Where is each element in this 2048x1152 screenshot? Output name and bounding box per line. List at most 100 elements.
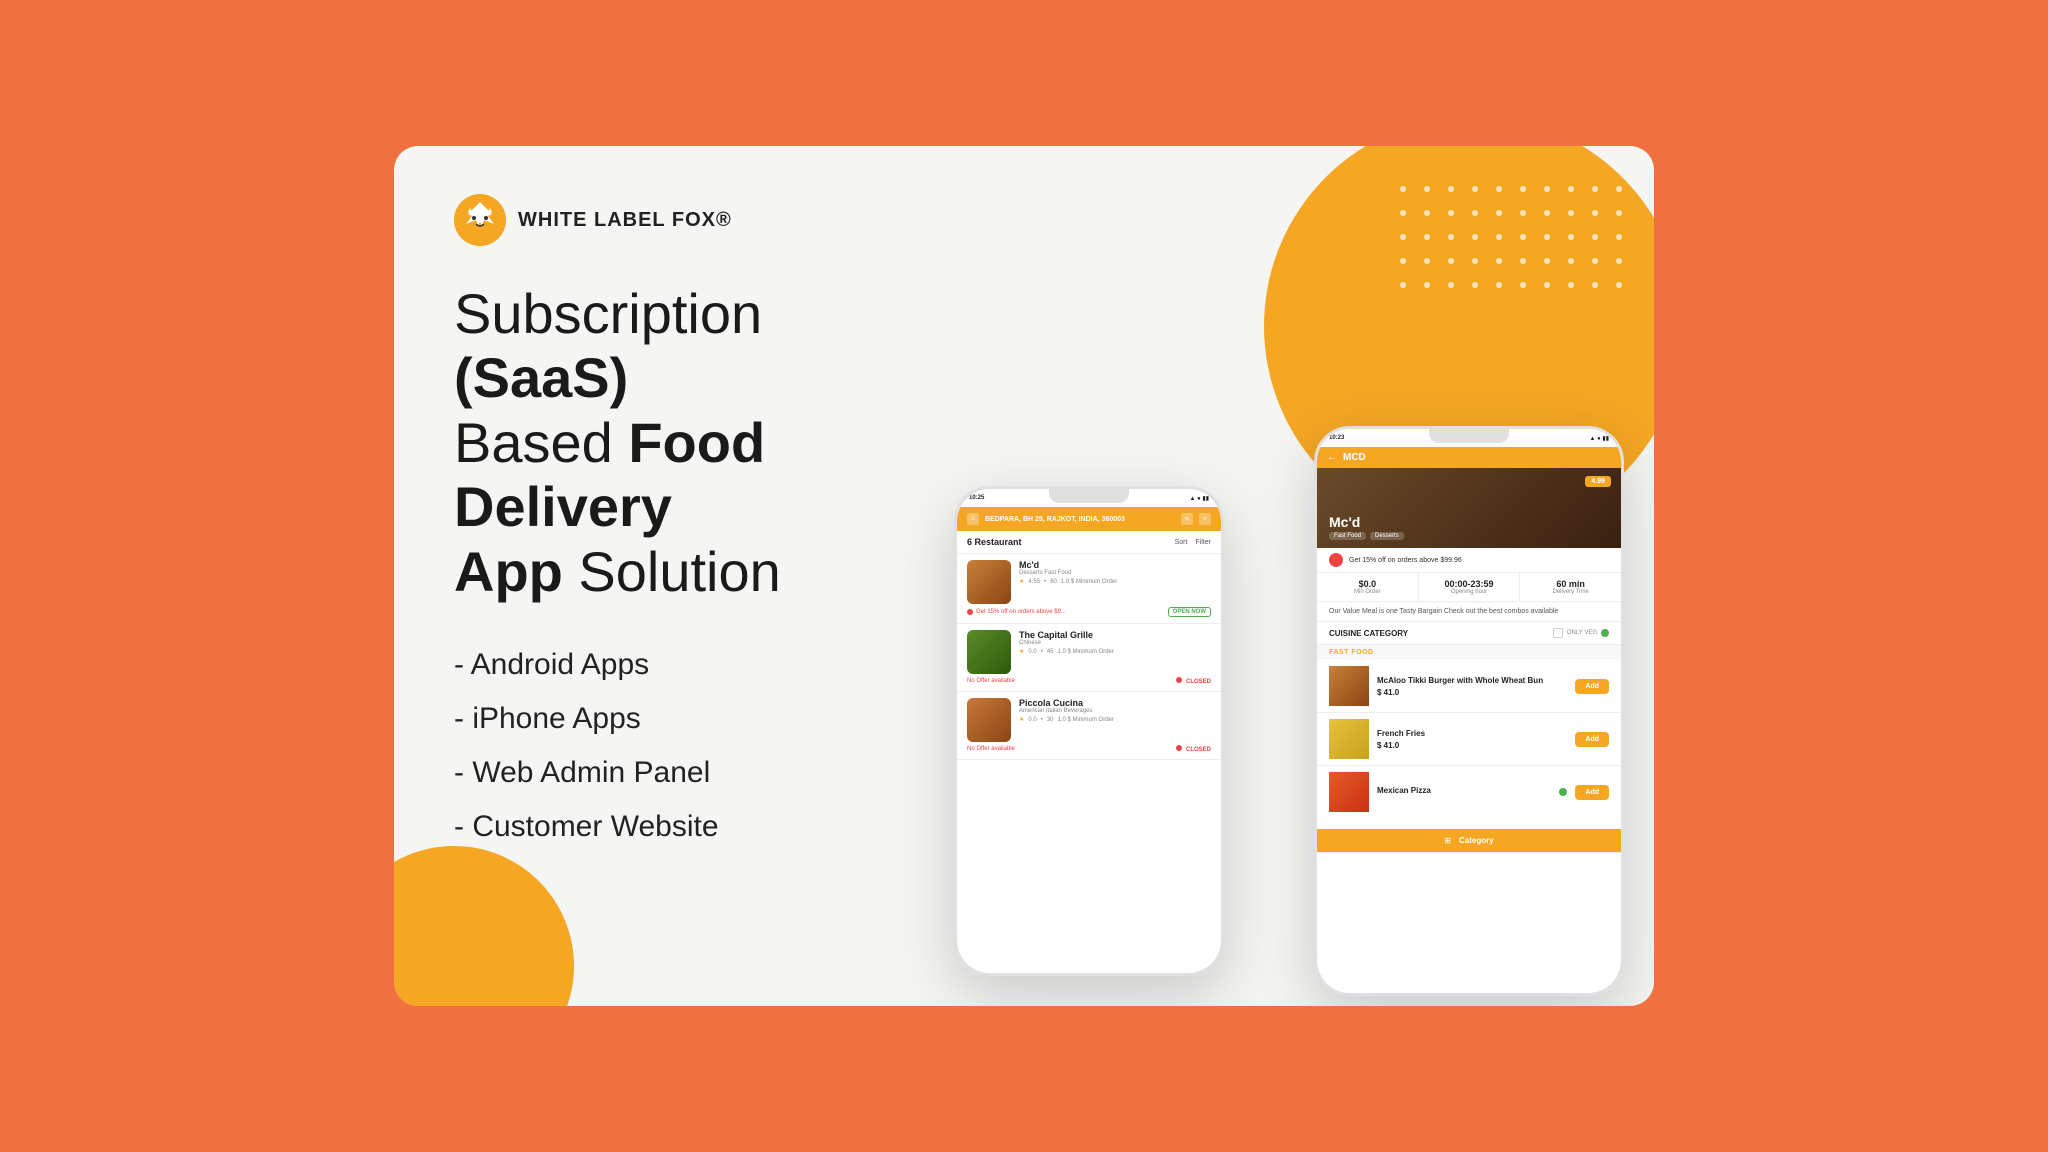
mcd-header-title: MCD [1343,452,1366,463]
menu-item-1[interactable]: McAloo Tikki Burger with Whole Wheat Bun… [1317,660,1621,713]
veg-indicator-pizza [1559,788,1567,796]
offer-row-1: Get 15% off on orders above $9... OPEN N… [967,607,1211,617]
feature-android: - Android Apps [454,648,894,682]
menu-item-price-2: $ 41.0 [1377,741,1567,750]
restaurant-thumb-3 [967,698,1011,742]
menu-thumb-3 [1329,772,1369,812]
right-content: 10:25 ▲ ● ▮▮ ≡ BEDPARA, BH 25, RAJKOT, I… [934,146,1654,1006]
search-icon-small[interactable]: ⌕ [1199,513,1211,525]
fox-logo-icon [454,194,506,246]
restaurant-card-top-2: The Capital Grille Chinese ★ 0.0 • 45 1.… [967,630,1211,674]
restaurant-header-detail: Mc'd Fast Food Desserts 4.99 [1317,468,1621,548]
sort-btn[interactable]: Sort [1175,539,1188,546]
tag-desserts: Desserts [1370,532,1404,540]
offer-text-1: Get 15% off on orders above $9... [967,609,1066,615]
no-offer-row-3: No Offer available CLOSED [967,745,1211,753]
closed-badge-3: CLOSED [1176,745,1211,753]
burger-thumb-image [1329,666,1369,706]
reviews-1: 60 [1050,579,1057,585]
dot-sep-2: • [1041,649,1043,655]
stat-label-open: Opening hour [1419,589,1520,595]
left-content: WHITE LABEL FOX® Subscription (SaaS) Bas… [394,146,934,1006]
pizza-thumb-image [1329,772,1369,812]
stat-min-order: $0.0 Min Order [1317,573,1419,601]
menu-item-name-3: Mexican Pizza [1377,786,1551,795]
phone-header-orange: ≡ BEDPARA, BH 25, RAJKOT, INDIA, 360003 … [957,507,1221,531]
add-btn-1[interactable]: Add [1575,679,1609,694]
rating-badge-abs: 4.99 [1585,476,1611,487]
category-bar[interactable]: ⊞ Category [1317,829,1621,852]
stat-opening: 00:00-23:59 Opening hour [1419,573,1521,601]
stat-value-delivery: 60 min [1520,579,1621,589]
burger-image [967,560,1011,604]
feature-customer: - Customer Website [454,810,894,844]
menu-thumb-1 [1329,666,1369,706]
pasta-image [967,698,1011,742]
min-order-1: 1.0 $ Minimum Order [1061,579,1117,585]
dot-sep: • [1044,579,1046,585]
restaurant-count: 6 Restaurant [967,537,1022,547]
restaurant-detail-tags: Fast Food Desserts [1329,532,1404,540]
restaurant-tags-3: American Italian Beverages [1019,708,1211,714]
restaurant-tags-1: Desserts Fast Food [1019,570,1211,576]
cuisine-header: CUISINE CATEGORY ONLY VEG [1317,622,1621,645]
restaurant-meta-2: ★ 0.0 • 45 1.0 $ Minimum Order [1019,648,1211,655]
star-icon-1: ★ [1019,578,1024,585]
sort-filter-area: Sort Filter [1175,539,1211,546]
headline: Subscription (SaaS) Based Food Delivery … [454,282,894,604]
min-order-2: 1.0 $ Minimum Order [1058,649,1114,655]
veg-toggle[interactable]: ONLY VEG [1553,628,1609,638]
star-icon-3: ★ [1019,716,1024,723]
add-btn-2[interactable]: Add [1575,732,1609,747]
edit-icon[interactable]: ✎ [1181,513,1193,525]
menu-thumb-2 [1329,719,1369,759]
veg-checkbox[interactable] [1553,628,1563,638]
restaurant-card-top-3: Piccola Cucina American Italian Beverage… [967,698,1211,742]
dot-sep-3: • [1041,717,1043,723]
fries-thumb-image [1329,719,1369,759]
feature-iphone: - iPhone Apps [454,702,894,736]
min-order-3: 1.0 $ Minimum Order [1058,717,1114,723]
offer-dot-icon [967,609,973,615]
phone-large: 10:23 ▲ ● ▮▮ ← MCD Mc'd Fast Food Desser… [1314,426,1624,996]
restaurant-card-1[interactable]: Mc'd Desserts Fast Food ★ 4.55 • 60 1.0 … [957,554,1221,624]
menu-item-info-1: McAloo Tikki Burger with Whole Wheat Bun… [1377,676,1567,697]
no-offer-row-2: No Offer available CLOSED [967,677,1211,685]
stat-value-open: 00:00-23:59 [1419,579,1520,589]
rating-1: 4.55 [1028,579,1040,585]
cuisine-label: CUISINE CATEGORY [1329,629,1408,638]
add-btn-3[interactable]: Add [1575,785,1609,800]
restaurant-detail-title: Mc'd Fast Food Desserts [1329,514,1404,540]
restaurant-card-3[interactable]: Piccola Cucina American Italian Beverage… [957,692,1221,760]
menu-item-info-3: Mexican Pizza [1377,786,1551,798]
stat-value-min: $0.0 [1317,579,1418,589]
phone-small: 10:25 ▲ ● ▮▮ ≡ BEDPARA, BH 25, RAJKOT, I… [954,486,1224,976]
closed-badge-2: CLOSED [1176,677,1211,685]
rating-2: 0.0 [1028,649,1036,655]
restaurant-card-2[interactable]: The Capital Grille Chinese ★ 0.0 • 45 1.… [957,624,1221,692]
menu-icon[interactable]: ≡ [967,513,979,525]
tag-fast-food: Fast Food [1329,532,1366,540]
back-icon[interactable]: ← [1327,452,1337,463]
menu-item-name-2: French Fries [1377,729,1567,738]
reviews-2: 45 [1047,649,1054,655]
restaurant-thumb-1 [967,560,1011,604]
stat-label-min: Min Order [1317,589,1418,595]
restaurant-card-top-1: Mc'd Desserts Fast Food ★ 4.55 • 60 1.0 … [967,560,1211,604]
salad-image [967,630,1011,674]
category-bar-label: Category [1459,836,1494,845]
offer-banner: Get 15% off on orders above $99.96 [1317,548,1621,573]
restaurant-name-2: The Capital Grille [1019,630,1211,640]
filter-btn[interactable]: Filter [1195,539,1211,546]
restaurant-meta-1: ★ 4.55 • 60 1.0 $ Minimum Order [1019,578,1211,585]
menu-item-3[interactable]: Mexican Pizza Add ⊞ Category [1317,766,1621,853]
restaurant-name-1: Mc'd [1019,560,1211,570]
restaurant-count-bar: 6 Restaurant Sort Filter [957,531,1221,554]
feature-admin: - Web Admin Panel [454,756,894,790]
main-card: WHITE LABEL FOX® Subscription (SaaS) Bas… [394,146,1654,1006]
menu-item-info-2: French Fries $ 41.0 [1377,729,1567,750]
status-time-large: 10:23 [1329,435,1344,441]
menu-item-2[interactable]: French Fries $ 41.0 Add [1317,713,1621,766]
status-time-small: 10:25 [969,495,984,501]
headline-line2: Based Food Delivery [454,411,765,538]
